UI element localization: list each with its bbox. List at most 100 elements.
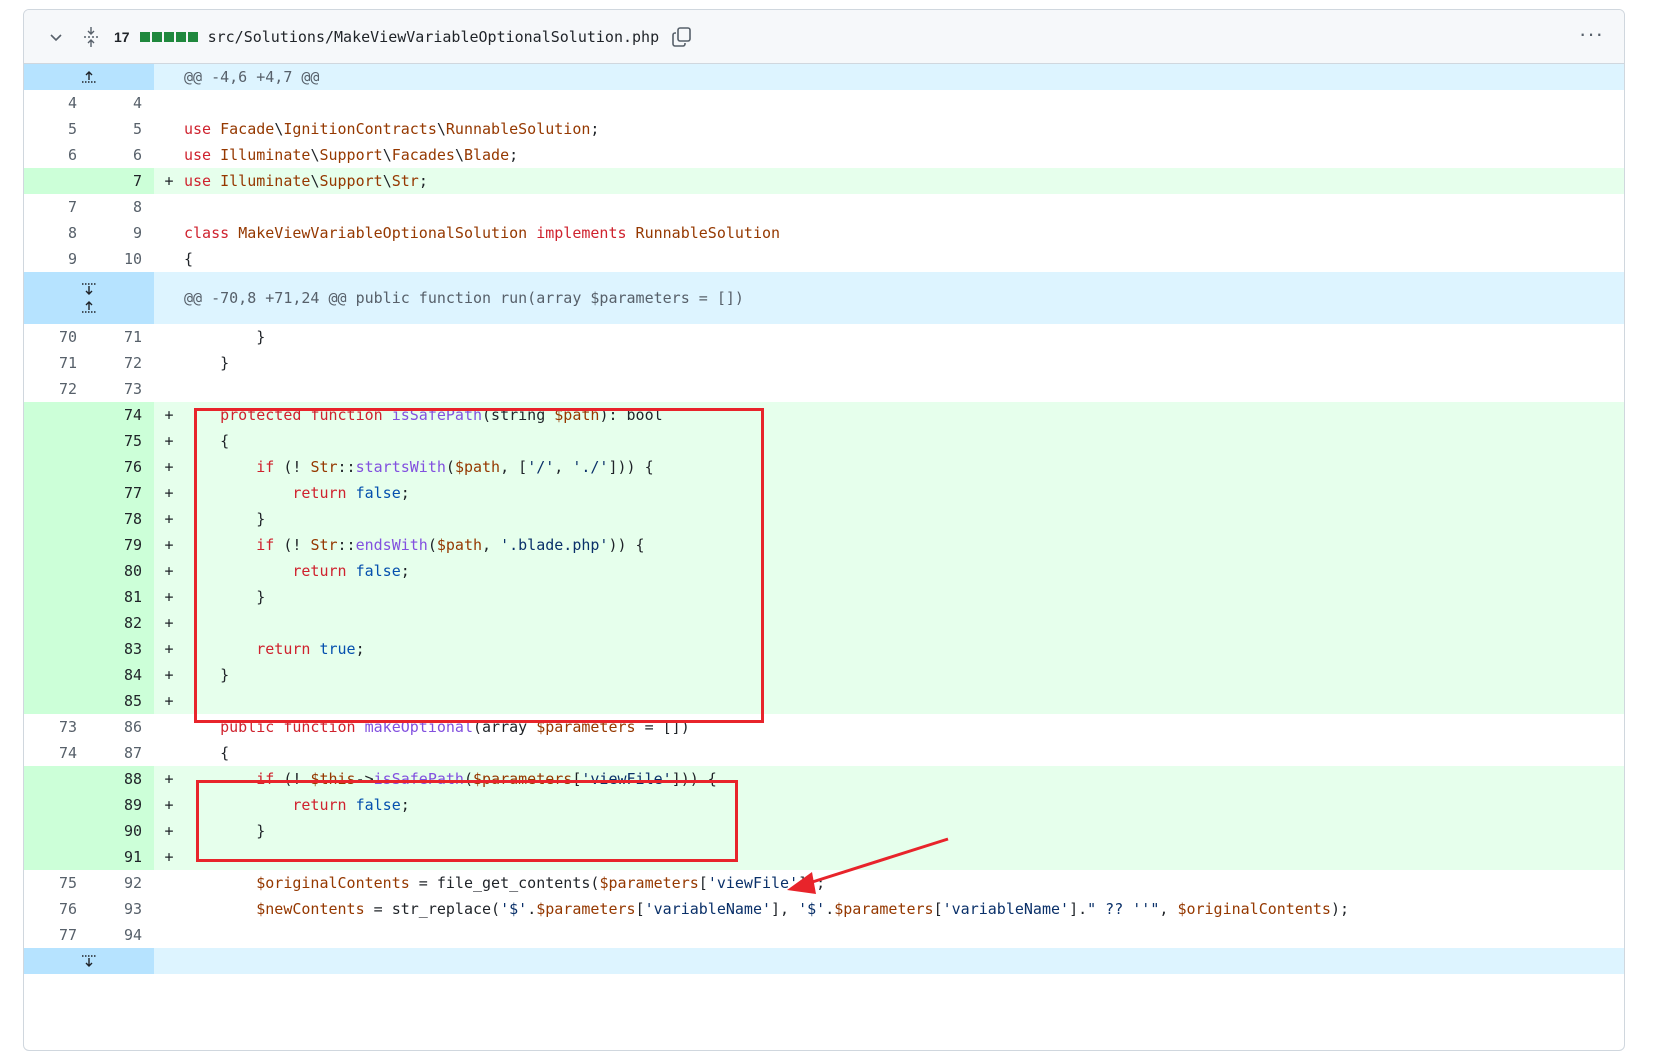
hunk-text	[184, 948, 1624, 974]
diff-marker: +	[154, 584, 184, 610]
old-line-number[interactable]: 70	[24, 324, 89, 350]
context-line: 74 87 {	[24, 740, 1624, 766]
old-line-number[interactable]: 8	[24, 220, 89, 246]
context-line: 9 10 {	[24, 246, 1624, 272]
new-line-number[interactable]: 5	[89, 116, 154, 142]
new-line-number[interactable]: 84	[89, 662, 154, 688]
old-line-number[interactable]: 5	[24, 116, 89, 142]
new-line-number[interactable]: 92	[89, 870, 154, 896]
old-line-number[interactable]: 7	[24, 194, 89, 220]
diff-marker: +	[154, 454, 184, 480]
file-menu-button[interactable]: ···	[1579, 23, 1604, 45]
new-line-number[interactable]: 90	[89, 818, 154, 844]
new-line-number[interactable]: 83	[89, 636, 154, 662]
new-line-number[interactable]: 7	[89, 168, 154, 194]
old-line-number[interactable]	[24, 610, 89, 636]
expand-all-icon[interactable]	[82, 26, 100, 48]
diffstat-block	[175, 31, 186, 42]
new-line-number[interactable]: 8	[89, 194, 154, 220]
context-line: 72 73	[24, 376, 1624, 402]
old-line-number[interactable]: 76	[24, 896, 89, 922]
old-line-number[interactable]	[24, 168, 89, 194]
context-line: 71 72 }	[24, 350, 1624, 376]
new-line-number[interactable]: 88	[89, 766, 154, 792]
hunk-text: @@ -70,8 +71,24 @@ public function run(a…	[184, 272, 1624, 324]
expand-both-icon[interactable]	[24, 272, 154, 324]
old-line-number[interactable]	[24, 506, 89, 532]
old-line-number[interactable]: 75	[24, 870, 89, 896]
new-line-number[interactable]: 79	[89, 532, 154, 558]
new-line-number[interactable]: 91	[89, 844, 154, 870]
hunk-header: @@ -70,8 +71,24 @@ public function run(a…	[24, 272, 1624, 324]
hunk-marker	[154, 64, 184, 90]
code-text: {	[184, 740, 1624, 766]
collapse-chevron-icon[interactable]	[48, 29, 68, 45]
old-line-number[interactable]	[24, 428, 89, 454]
new-line-number[interactable]: 87	[89, 740, 154, 766]
old-line-number[interactable]	[24, 818, 89, 844]
diff-marker	[154, 194, 184, 220]
new-line-number[interactable]: 93	[89, 896, 154, 922]
new-line-number[interactable]: 71	[89, 324, 154, 350]
expand-up-icon[interactable]	[24, 64, 154, 90]
old-line-number[interactable]: 4	[24, 90, 89, 116]
new-line-number[interactable]: 81	[89, 584, 154, 610]
context-line: 44	[24, 90, 1624, 116]
new-line-number[interactable]: 85	[89, 688, 154, 714]
old-line-number[interactable]: 71	[24, 350, 89, 376]
code-text: use Illuminate\Support\Str;	[184, 168, 1624, 194]
new-line-number[interactable]: 82	[89, 610, 154, 636]
old-line-number[interactable]	[24, 766, 89, 792]
copy-path-icon[interactable]	[671, 26, 693, 48]
file-path[interactable]: src/Solutions/MakeViewVariableOptionalSo…	[208, 28, 660, 46]
new-line-number[interactable]: 73	[89, 376, 154, 402]
diff-marker: +	[154, 610, 184, 636]
new-line-number[interactable]: 77	[89, 480, 154, 506]
code-text	[184, 376, 1624, 402]
old-line-number[interactable]: 9	[24, 246, 89, 272]
hunk-header: @@ -4,6 +4,7 @@	[24, 64, 1624, 90]
changes-count: 17	[114, 28, 130, 45]
old-line-number[interactable]	[24, 532, 89, 558]
new-line-number[interactable]: 74	[89, 402, 154, 428]
diff-marker: +	[154, 766, 184, 792]
new-line-number[interactable]: 75	[89, 428, 154, 454]
old-line-number[interactable]	[24, 480, 89, 506]
context-line: 8 9 class MakeViewVariableOptionalSolution…	[24, 220, 1624, 246]
diff-marker	[154, 324, 184, 350]
new-line-number[interactable]: 4	[89, 90, 154, 116]
hunk-text: @@ -4,6 +4,7 @@	[184, 64, 1624, 90]
diff-marker: +	[154, 558, 184, 584]
new-line-number[interactable]: 9	[89, 220, 154, 246]
old-line-number[interactable]: 77	[24, 922, 89, 948]
new-line-number[interactable]: 6	[89, 142, 154, 168]
old-line-number[interactable]: 74	[24, 740, 89, 766]
new-line-number[interactable]: 94	[89, 922, 154, 948]
diffstat-block	[139, 31, 150, 42]
old-line-number[interactable]	[24, 558, 89, 584]
old-line-number[interactable]	[24, 636, 89, 662]
new-line-number[interactable]: 76	[89, 454, 154, 480]
diff-marker: +	[154, 402, 184, 428]
old-line-number[interactable]	[24, 844, 89, 870]
new-line-number[interactable]: 72	[89, 350, 154, 376]
old-line-number[interactable]	[24, 454, 89, 480]
expand-down-icon[interactable]	[24, 948, 154, 974]
new-line-number[interactable]: 80	[89, 558, 154, 584]
diff-marker: +	[154, 844, 184, 870]
new-line-number[interactable]: 10	[89, 246, 154, 272]
new-line-number[interactable]: 78	[89, 506, 154, 532]
old-line-number[interactable]	[24, 584, 89, 610]
old-line-number[interactable]	[24, 662, 89, 688]
diffstat-block	[187, 31, 198, 42]
diff-marker: +	[154, 662, 184, 688]
new-line-number[interactable]: 89	[89, 792, 154, 818]
old-line-number[interactable]	[24, 402, 89, 428]
old-line-number[interactable]: 73	[24, 714, 89, 740]
old-line-number[interactable]	[24, 688, 89, 714]
old-line-number[interactable]: 72	[24, 376, 89, 402]
code-text	[184, 90, 1624, 116]
old-line-number[interactable]	[24, 792, 89, 818]
old-line-number[interactable]: 6	[24, 142, 89, 168]
new-line-number[interactable]: 86	[89, 714, 154, 740]
